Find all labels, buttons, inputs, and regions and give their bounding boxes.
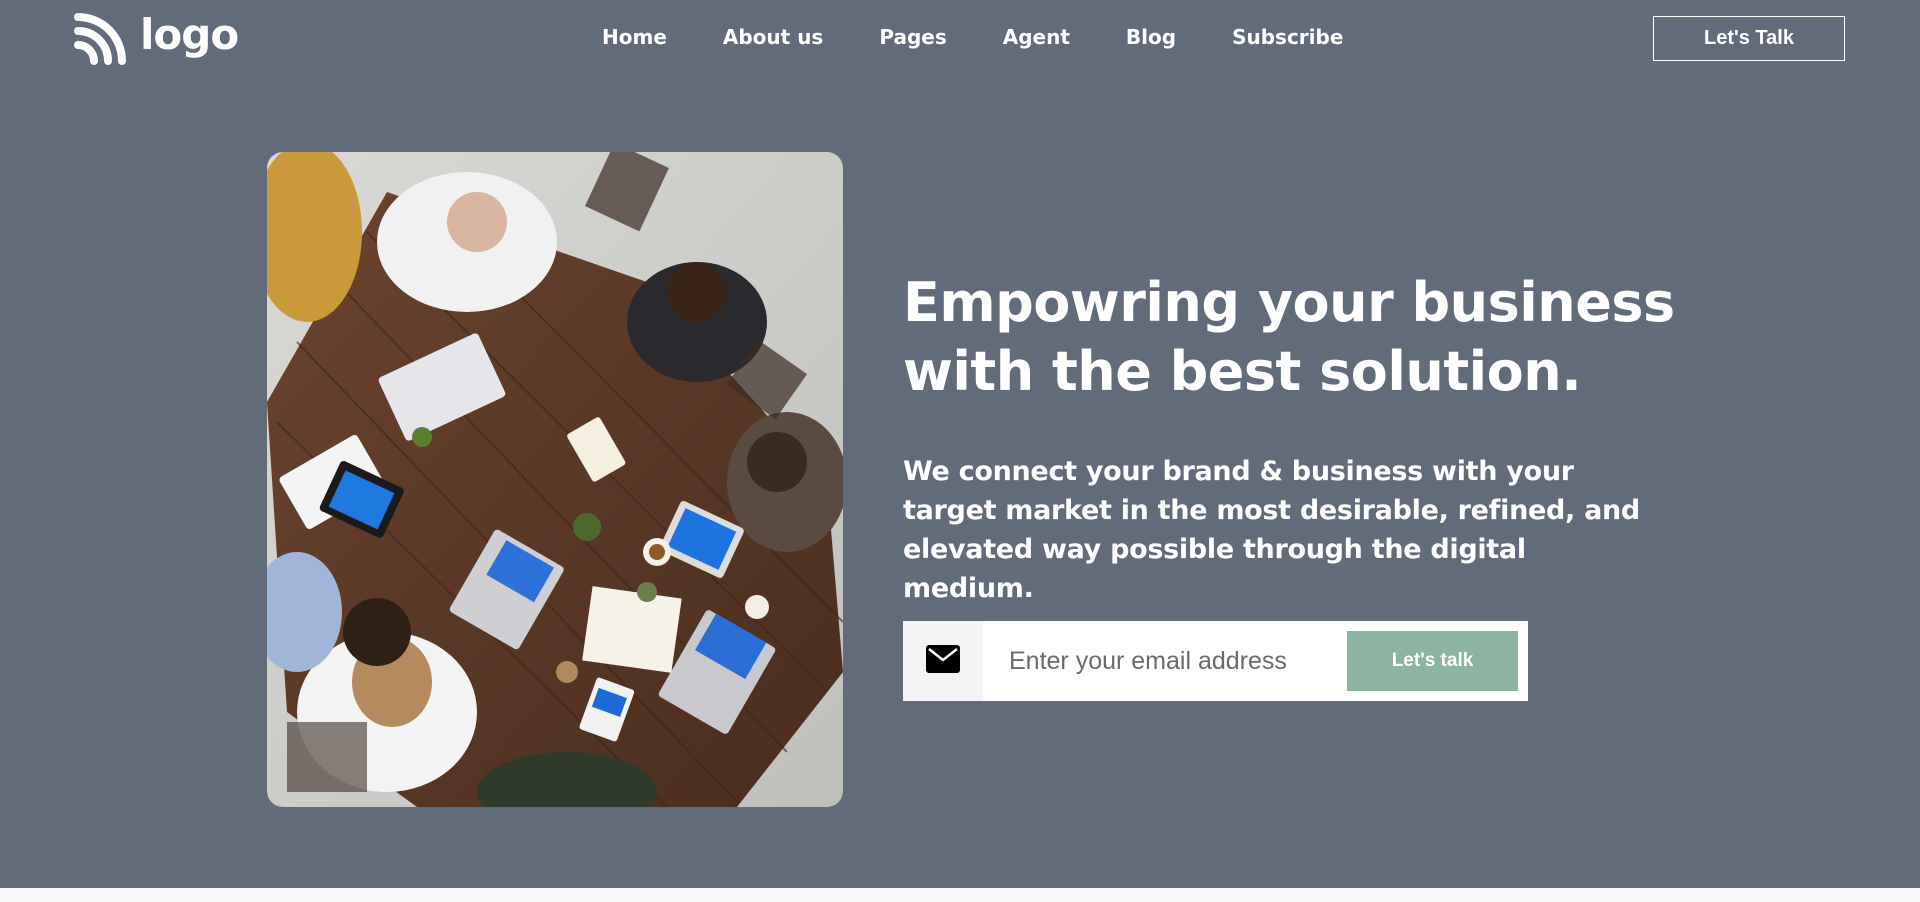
nav-item-agent[interactable]: Agent — [1003, 25, 1070, 49]
email-signup-form: Let's talk — [903, 621, 1528, 701]
hero-title-line-1: Empowring your business — [903, 271, 1675, 334]
hero-image — [267, 152, 843, 807]
nav-item-pages[interactable]: Pages — [879, 25, 946, 49]
nav-item-home[interactable]: Home — [602, 25, 667, 49]
logo-text: logo — [140, 10, 239, 59]
team-meeting-photo — [267, 152, 843, 807]
nav-item-subscribe[interactable]: Subscribe — [1232, 25, 1343, 49]
nav-item-about[interactable]: About us — [723, 25, 823, 49]
envelope-icon-box — [903, 621, 983, 701]
nav-item-blog[interactable]: Blog — [1126, 25, 1176, 49]
wifi-arcs-icon — [74, 13, 126, 65]
lets-talk-header-button[interactable]: Let's Talk — [1653, 16, 1845, 61]
email-field[interactable] — [983, 621, 1343, 701]
next-section-edge — [0, 888, 1920, 902]
site-header: logo Home About us Pages Agent Blog Subs… — [0, 0, 1920, 78]
hero-subtitle: We connect your brand & business with yo… — [903, 456, 1640, 604]
hero-title: Empowring your business with the best so… — [903, 268, 1803, 406]
envelope-icon — [926, 645, 960, 677]
hero-title-line-2: with the best solution. — [903, 340, 1582, 403]
main-nav: Home About us Pages Agent Blog Subscribe — [602, 25, 1399, 49]
lets-talk-submit-button[interactable]: Let's talk — [1347, 631, 1518, 691]
logo[interactable]: logo — [74, 10, 239, 66]
